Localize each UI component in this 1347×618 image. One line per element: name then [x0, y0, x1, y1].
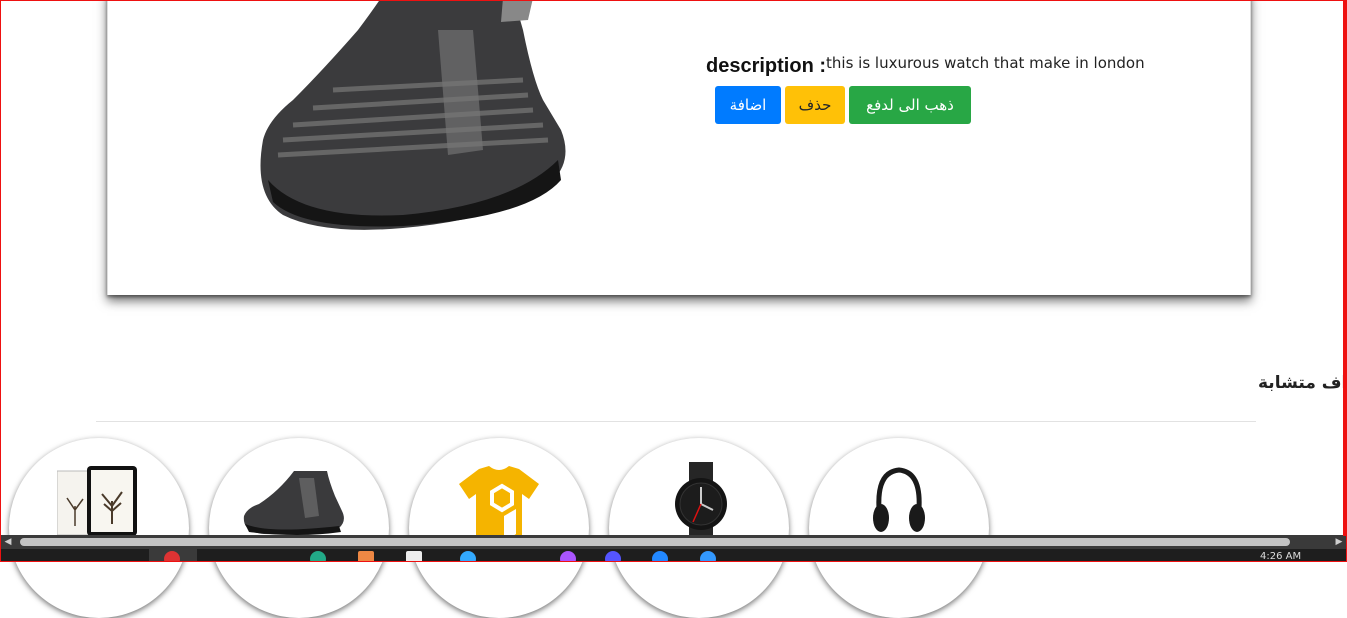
scroll-right-icon[interactable]: ▶: [1333, 536, 1345, 548]
chrome-icon[interactable]: [164, 551, 180, 562]
scrollbar-thumb[interactable]: [20, 538, 1290, 546]
headphones-icon: [873, 467, 925, 532]
app-icon[interactable]: [460, 551, 476, 562]
shoe-icon: [243, 471, 344, 535]
description-text: this is luxurous watch that make in lond…: [826, 54, 1145, 72]
book-thumbnail[interactable]: [9, 438, 189, 618]
divider: [96, 421, 1256, 422]
tshirt-icon: [459, 466, 539, 542]
add-button[interactable]: اضافة: [715, 86, 781, 124]
watch-icon: [675, 462, 727, 542]
similar-products-title: اف متشابة: [1258, 373, 1347, 393]
book-icon: [57, 466, 137, 536]
app-icon[interactable]: [310, 551, 326, 562]
app-icon[interactable]: [406, 551, 422, 562]
go-to-payment-button[interactable]: ذهب الى لدفع: [849, 86, 971, 124]
taskbar: 4:26 AM: [0, 549, 1347, 562]
app-icon[interactable]: [652, 551, 668, 562]
scroll-left-icon[interactable]: ◀: [2, 536, 14, 548]
shoe-image: [260, 0, 566, 230]
tshirt-thumbnail[interactable]: [409, 438, 589, 618]
taskbar-clock[interactable]: 4:26 AM: [1260, 551, 1301, 562]
app-icon[interactable]: [700, 551, 716, 562]
delete-button[interactable]: حذف: [785, 86, 845, 124]
watch-thumbnail[interactable]: [609, 438, 789, 618]
app-icon[interactable]: [560, 551, 576, 562]
headphones-thumbnail[interactable]: [809, 438, 989, 618]
app-icon[interactable]: [358, 551, 374, 562]
shoe-thumbnail[interactable]: [209, 438, 389, 618]
app-icon[interactable]: [605, 551, 621, 562]
window-right-edge: [1343, 0, 1347, 536]
horizontal-scrollbar[interactable]: ◀ ▶: [0, 535, 1347, 549]
product-card: description :this is luxurous watch that…: [107, 0, 1251, 295]
description-label: description :: [706, 55, 827, 77]
description-row: description :this is luxurous watch that…: [706, 54, 1145, 78]
